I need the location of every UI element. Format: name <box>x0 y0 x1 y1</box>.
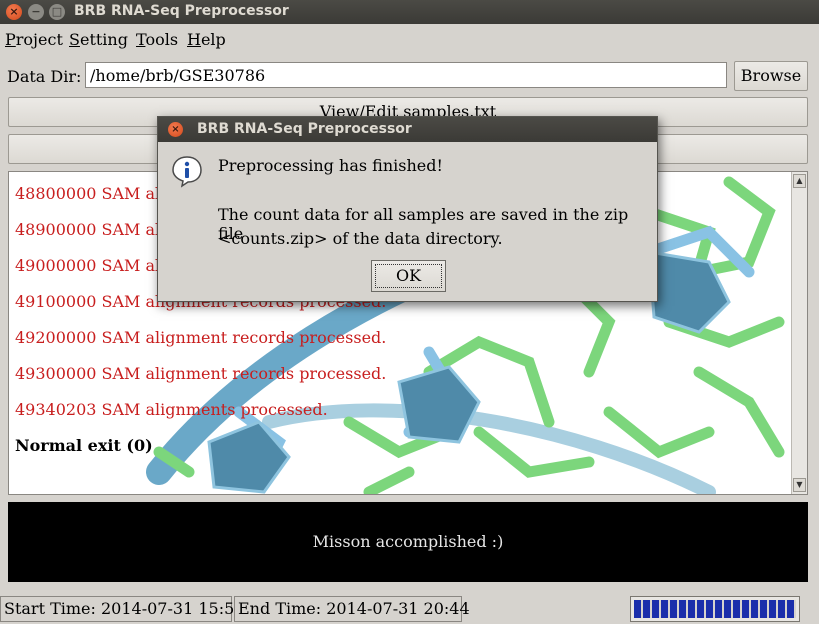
status-message-panel: Misson accomplished :) <box>8 502 808 582</box>
data-dir-label: Data Dir: <box>7 67 82 86</box>
menu-setting[interactable]: Setting <box>69 30 128 49</box>
dialog-message-line1: Preprocessing has finished! <box>218 156 443 175</box>
info-icon <box>172 156 202 188</box>
data-dir-input[interactable] <box>85 62 727 88</box>
start-time-field: Start Time: 2014-07-31 15:50 <box>0 596 244 622</box>
dialog-message-line3: <counts.zip> of the data directory. <box>218 229 503 248</box>
ok-button[interactable]: OK <box>371 260 446 292</box>
dialog-title: BRB RNA-Seq Preprocessor <box>197 121 412 137</box>
log-scrollbar[interactable]: ▲ ▼ <box>791 172 807 494</box>
window-maximize-button[interactable]: □ <box>49 4 65 20</box>
window-close-button[interactable]: × <box>6 4 22 20</box>
progress-bar <box>630 596 800 622</box>
scroll-up-icon[interactable]: ▲ <box>793 174 806 188</box>
dialog-close-button[interactable]: × <box>168 122 183 137</box>
window-minimize-button[interactable]: − <box>28 4 44 20</box>
browse-button[interactable]: Browse <box>734 61 808 91</box>
menu-help[interactable]: Help <box>187 30 226 49</box>
scroll-down-icon[interactable]: ▼ <box>793 478 806 492</box>
menu-tools[interactable]: Tools <box>136 30 178 49</box>
log-line: 49300000 SAM alignment records processed… <box>15 364 387 383</box>
menu-project[interactable]: Project <box>5 30 63 49</box>
log-line: 49340203 SAM alignments processed. <box>15 400 328 419</box>
dialog-titlebar: × BRB RNA-Seq Preprocessor <box>158 117 657 142</box>
ok-button-label: OK <box>395 266 422 285</box>
end-time-field: End Time: 2014-07-31 20:44 <box>234 596 470 622</box>
window-title: BRB RNA-Seq Preprocessor <box>74 3 289 19</box>
status-message: Misson accomplished :) <box>312 532 504 551</box>
info-dialog: × BRB RNA-Seq Preprocessor Preprocessing… <box>157 116 658 302</box>
window-titlebar: × − □ BRB RNA-Seq Preprocessor <box>0 0 819 24</box>
progress-fill <box>634 600 796 618</box>
log-exit-status: Normal exit (0) <box>15 436 153 455</box>
log-line: 49200000 SAM alignment records processed… <box>15 328 387 347</box>
